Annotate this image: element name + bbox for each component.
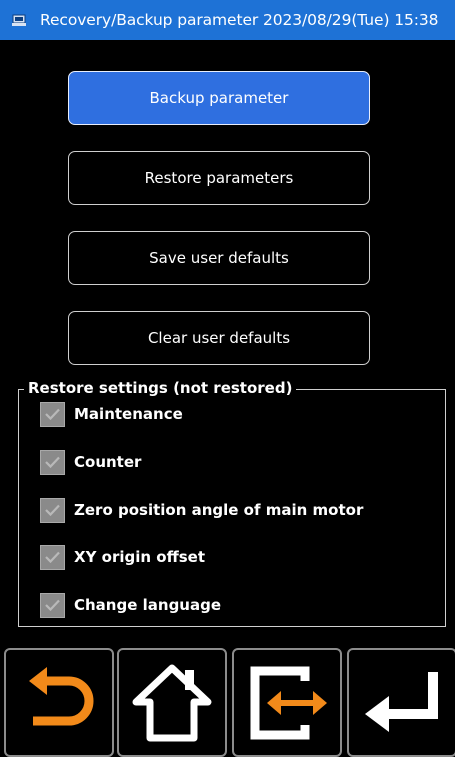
backup-parameter-button[interactable]: Backup parameter xyxy=(68,71,370,125)
change-language-label: Change language xyxy=(74,596,222,614)
title-bar: Recovery/Backup parameter 2023/08/29(Tue… xyxy=(0,0,455,40)
exchange-icon xyxy=(250,666,327,739)
zero-position-label: Zero position angle of main motor xyxy=(74,501,364,519)
change-language-checkbox[interactable] xyxy=(40,592,65,618)
exchange-button[interactable] xyxy=(232,648,342,757)
restore-settings-legend: Restore settings (not restored) xyxy=(24,379,297,397)
save-user-defaults-button[interactable]: Save user defaults xyxy=(68,231,370,285)
checkmark-icon xyxy=(45,551,60,564)
checkmark-icon xyxy=(45,504,60,517)
counter-checkbox[interactable] xyxy=(40,449,65,475)
maintenance-checkbox-row[interactable]: Maintenance xyxy=(40,400,183,428)
machine-icon xyxy=(12,14,26,26)
checkmark-icon xyxy=(45,599,60,612)
back-arrow-icon xyxy=(29,666,94,725)
counter-label: Counter xyxy=(74,453,142,471)
checkmark-icon xyxy=(45,408,60,421)
home-button[interactable] xyxy=(117,648,227,757)
maintenance-checkbox[interactable] xyxy=(40,401,65,427)
back-button[interactable] xyxy=(4,648,114,757)
clear-user-defaults-button[interactable]: Clear user defaults xyxy=(68,311,370,365)
restore-parameters-button[interactable]: Restore parameters xyxy=(68,151,370,205)
change-language-checkbox-row[interactable]: Change language xyxy=(40,591,221,619)
xy-origin-label: XY origin offset xyxy=(74,548,206,566)
enter-icon xyxy=(365,671,438,732)
enter-button[interactable] xyxy=(347,648,455,757)
zero-position-checkbox-row[interactable]: Zero position angle of main motor xyxy=(40,496,363,524)
checkmark-icon xyxy=(45,456,60,469)
maintenance-label: Maintenance xyxy=(74,405,183,423)
xy-origin-checkbox-row[interactable]: XY origin offset xyxy=(40,543,205,571)
counter-checkbox-row[interactable]: Counter xyxy=(40,448,141,476)
zero-position-checkbox[interactable] xyxy=(40,497,65,523)
home-icon xyxy=(132,664,212,741)
xy-origin-checkbox[interactable] xyxy=(40,544,65,570)
page-title: Recovery/Backup parameter 2023/08/29(Tue… xyxy=(40,11,439,29)
bottom-nav-bar xyxy=(0,648,455,757)
